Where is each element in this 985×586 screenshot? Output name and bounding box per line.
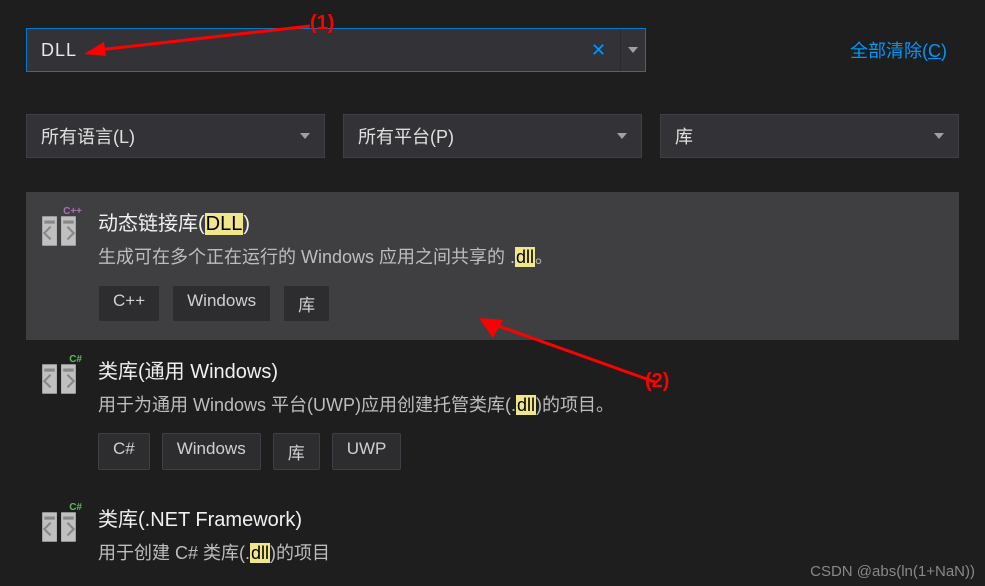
tag: C++: [98, 285, 160, 322]
lang-badge: C++: [61, 206, 84, 217]
annotation-2: (2): [645, 370, 669, 393]
search-input[interactable]: [27, 29, 577, 71]
project-template-icon: C#: [38, 358, 80, 400]
chevron-down-icon: [934, 133, 944, 139]
tag: Windows: [172, 285, 271, 322]
result-item-dll-cpp[interactable]: C++ 动态链接库(DLL) 生成可在多个正在运行的 Windows 应用之间共…: [26, 192, 959, 340]
filter-project-type[interactable]: 库: [660, 114, 959, 158]
watermark: CSDN @abs(ln(1+NaN)): [810, 563, 975, 580]
result-title: 类库(通用 Windows): [98, 358, 943, 386]
annotation-1: (1): [310, 12, 334, 35]
filter-row: 所有语言(L) 所有平台(P) 库: [26, 114, 959, 158]
chevron-down-icon: [617, 133, 627, 139]
lang-badge: C#: [67, 502, 84, 513]
result-title: 动态链接库(DLL): [98, 210, 943, 238]
close-icon: ✕: [591, 40, 606, 61]
filter-language[interactable]: 所有语言(L): [26, 114, 325, 158]
result-description: 用于为通用 Windows 平台(UWP)应用创建托管类库(.dll)的项目。: [98, 392, 943, 419]
project-template-icon: C#: [38, 506, 80, 548]
search-box[interactable]: ✕: [26, 28, 646, 72]
tag: 库: [283, 285, 330, 322]
lang-badge: C#: [67, 354, 84, 365]
tag: UWP: [332, 433, 402, 470]
result-description: 生成可在多个正在运行的 Windows 应用之间共享的 .dll。: [98, 244, 943, 271]
search-row: ✕ 全部清除(C): [26, 28, 959, 72]
tag: Windows: [162, 433, 261, 470]
clear-input-button[interactable]: ✕: [577, 29, 621, 71]
clear-all-link[interactable]: 全部清除(C): [850, 37, 947, 63]
results-list: C++ 动态链接库(DLL) 生成可在多个正在运行的 Windows 应用之间共…: [26, 192, 959, 585]
tag: 库: [273, 433, 320, 470]
project-template-icon: C++: [38, 210, 80, 252]
result-title: 类库(.NET Framework): [98, 506, 943, 534]
search-history-dropdown[interactable]: [621, 29, 645, 71]
chevron-down-icon: [628, 47, 638, 53]
filter-platform[interactable]: 所有平台(P): [343, 114, 642, 158]
result-item-classlib-uwp[interactable]: C# 类库(通用 Windows) 用于为通用 Windows 平台(UWP)应…: [26, 340, 959, 488]
tag: C#: [98, 433, 150, 470]
chevron-down-icon: [300, 133, 310, 139]
